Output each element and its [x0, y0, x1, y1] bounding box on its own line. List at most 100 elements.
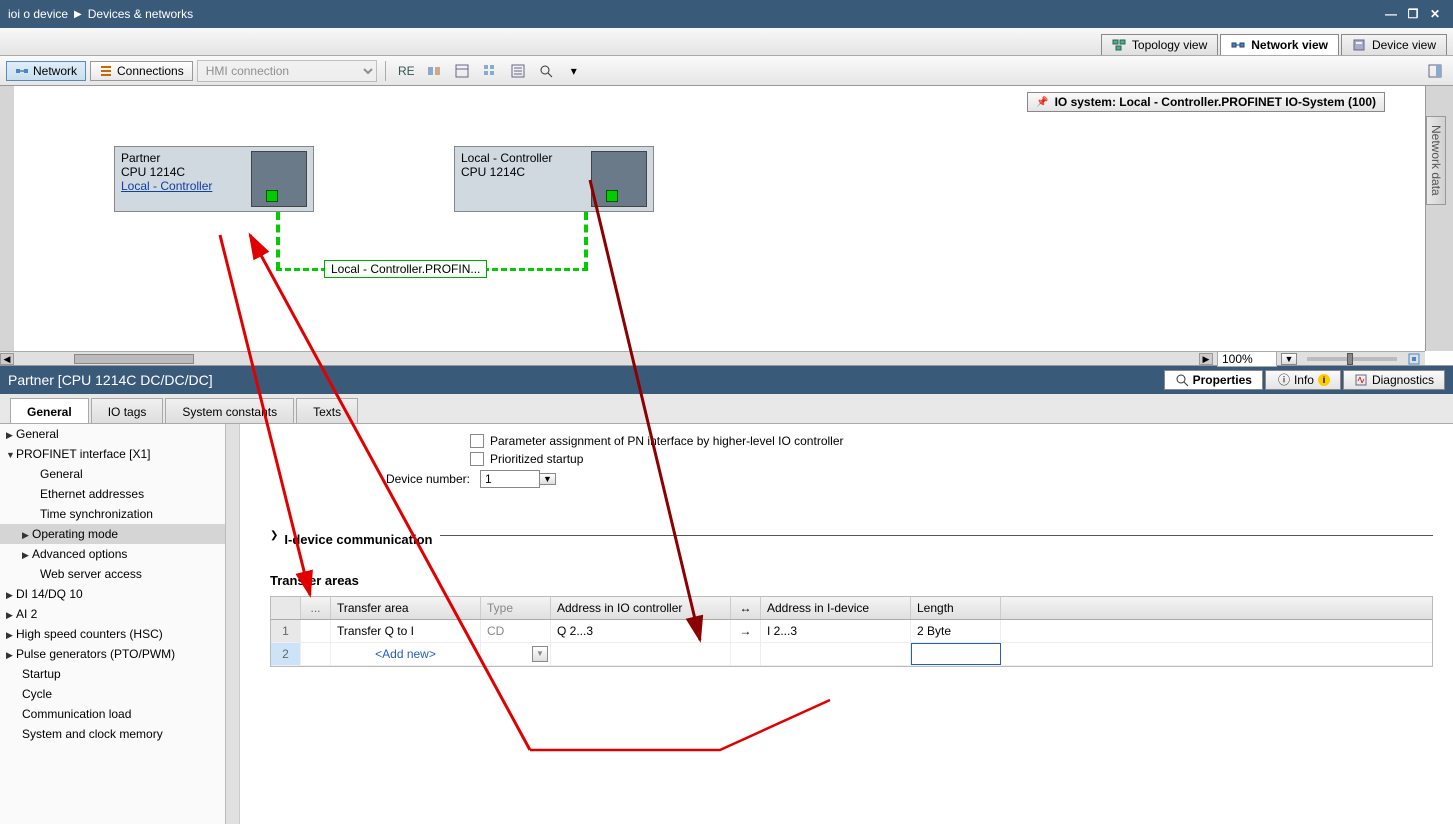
- tab-diagnostics[interactable]: Diagnostics: [1343, 370, 1445, 390]
- col-addr-controller[interactable]: Address in IO controller: [551, 597, 731, 619]
- cell-len-1[interactable]: 2 Byte: [911, 620, 1001, 642]
- expand-panel-icon[interactable]: [1423, 60, 1447, 82]
- device-local[interactable]: Local - Controller CPU 1214C: [454, 146, 654, 212]
- canvas-hscroll[interactable]: ◀ ▶ ▼: [0, 351, 1425, 365]
- cell-type-2[interactable]: ▼: [481, 643, 551, 665]
- property-inner-tabs: General IO tags System constants Texts: [0, 394, 1453, 424]
- nav-webaccess[interactable]: Web server access: [0, 564, 239, 584]
- addresses-icon[interactable]: [450, 60, 474, 82]
- cell-add-new[interactable]: <Add new>: [331, 643, 481, 665]
- cell-addrctrl-2[interactable]: [551, 643, 731, 665]
- table-row[interactable]: 1 Transfer Q to I CD Q 2...3 → I 2...3 2…: [271, 620, 1432, 643]
- fit-view-icon[interactable]: [1407, 352, 1421, 366]
- connections-mode-button[interactable]: Connections: [90, 61, 193, 81]
- col-addr-idevice[interactable]: Address in I-device: [761, 597, 911, 619]
- nav-hsc[interactable]: ▶High speed counters (HSC): [0, 624, 239, 644]
- network-mode-icon: [15, 64, 29, 78]
- grid-icon[interactable]: [478, 60, 502, 82]
- tab-io-tags[interactable]: IO tags: [91, 398, 164, 423]
- nav-profinet[interactable]: ▼PROFINET interface [X1]: [0, 444, 239, 464]
- breadcrumb-2[interactable]: Devices & networks: [88, 7, 193, 21]
- scroll-left-button[interactable]: ◀: [0, 353, 14, 365]
- nav-commload[interactable]: Communication load: [0, 704, 239, 724]
- table-header: ... Transfer area Type Address in IO con…: [271, 597, 1432, 620]
- cell-addrctrl-1[interactable]: Q 2...3: [551, 620, 731, 642]
- view-tab-strip: Topology view Network view Device view: [0, 28, 1453, 56]
- io-system-banner[interactable]: 📌 IO system: Local - Controller.PROFINET…: [1027, 92, 1385, 112]
- table-row[interactable]: 2 <Add new> ▼: [271, 643, 1432, 666]
- nav-pto[interactable]: ▶Pulse generators (PTO/PWM): [0, 644, 239, 664]
- list-icon[interactable]: [506, 60, 530, 82]
- network-canvas[interactable]: 📌 IO system: Local - Controller.PROFINET…: [14, 86, 1425, 351]
- nav-timesync[interactable]: Time synchronization: [0, 504, 239, 524]
- cell-name-1[interactable]: Transfer Q to I: [331, 620, 481, 642]
- cell-rownum-2: 2: [271, 643, 301, 665]
- zoom-input[interactable]: [1217, 351, 1277, 367]
- nav-cycle[interactable]: Cycle: [0, 684, 239, 704]
- hmi-conn-icon[interactable]: [422, 60, 446, 82]
- nav-startup[interactable]: Startup: [0, 664, 239, 684]
- device-number-dropdown-icon[interactable]: ▼: [540, 473, 556, 485]
- nav-advanced[interactable]: ▶Advanced options: [0, 544, 239, 564]
- transfer-areas-title: Transfer areas: [270, 573, 1433, 588]
- diagnostics-icon: [1354, 373, 1368, 387]
- left-ruler: [0, 86, 14, 351]
- network-mode-button[interactable]: Network: [6, 61, 86, 81]
- checkbox-prioritized-startup[interactable]: [470, 452, 484, 466]
- device-local-cpu: CPU 1214C: [461, 165, 587, 179]
- nav-sysclock[interactable]: System and clock memory: [0, 724, 239, 744]
- nav-scrollbar[interactable]: [225, 424, 239, 824]
- nav-general[interactable]: ▶General: [0, 424, 239, 444]
- restore-button[interactable]: ❐: [1403, 7, 1423, 21]
- scroll-right-button[interactable]: ▶: [1199, 353, 1213, 365]
- tab-texts[interactable]: Texts: [296, 398, 358, 423]
- cell-type-1[interactable]: CD: [481, 620, 551, 642]
- tab-properties[interactable]: Properties: [1164, 370, 1263, 390]
- collapse-idevice-icon[interactable]: ❯: [270, 530, 278, 541]
- network-toolbar: Network Connections HMI connection REL ▾: [0, 56, 1453, 86]
- minimize-button[interactable]: —: [1381, 7, 1401, 21]
- properties-nav[interactable]: ▶General ▼PROFINET interface [X1] Genera…: [0, 424, 240, 824]
- tab-network-view[interactable]: Network view: [1220, 34, 1339, 55]
- cell-addrdev-2[interactable]: [761, 643, 911, 665]
- zoom-dropdown-icon[interactable]: ▼: [1281, 353, 1297, 365]
- network-mode-label: Network: [33, 64, 77, 78]
- network-data-panel-tab[interactable]: Network data: [1426, 116, 1446, 205]
- nav-di14[interactable]: ▶DI 14/DQ 10: [0, 584, 239, 604]
- tab-info[interactable]: ⓘ Info i: [1265, 370, 1341, 390]
- col-length[interactable]: Length: [911, 597, 1001, 619]
- zoom-slider[interactable]: [1307, 357, 1397, 361]
- tab-topology-view[interactable]: Topology view: [1101, 34, 1218, 55]
- zoom-icon[interactable]: [534, 60, 558, 82]
- device-partner[interactable]: Partner CPU 1214C Local - Controller: [114, 146, 314, 212]
- relations-icon[interactable]: REL: [394, 60, 418, 82]
- nav-ethernet[interactable]: Ethernet addresses: [0, 484, 239, 504]
- input-device-number[interactable]: [480, 470, 540, 488]
- cell-len-2[interactable]: [911, 643, 1001, 665]
- nav-pn-general[interactable]: General: [0, 464, 239, 484]
- type-dropdown-icon[interactable]: ▼: [532, 646, 548, 662]
- nav-ai2[interactable]: ▶AI 2: [0, 604, 239, 624]
- close-button[interactable]: ✕: [1425, 7, 1445, 21]
- network-segment-label[interactable]: Local - Controller.PROFIN...: [324, 260, 487, 278]
- properties-title: Partner [CPU 1214C DC/DC/DC]: [8, 372, 213, 388]
- info-badge-icon: i: [1318, 374, 1330, 386]
- tab-system-constants[interactable]: System constants: [165, 398, 294, 423]
- properties-body: ▶General ▼PROFINET interface [X1] Genera…: [0, 424, 1453, 824]
- section-idevice: ❯ I-device communication: [270, 518, 1433, 553]
- scroll-thumb[interactable]: [74, 354, 194, 364]
- tab-general[interactable]: General: [10, 398, 89, 423]
- col-type[interactable]: Type: [481, 597, 551, 619]
- connection-type-select[interactable]: HMI connection: [197, 60, 377, 82]
- tab-device-view[interactable]: Device view: [1341, 34, 1447, 55]
- checkbox-param-assignment[interactable]: [470, 434, 484, 448]
- nav-operating-mode[interactable]: ▶Operating mode: [0, 524, 239, 544]
- toolbar-separator: [385, 61, 386, 81]
- cell-addrdev-1[interactable]: I 2...3: [761, 620, 911, 642]
- col-transfer-area[interactable]: Transfer area: [331, 597, 481, 619]
- zoom-dd-icon[interactable]: ▾: [562, 60, 586, 82]
- col-direction[interactable]: ↔: [731, 597, 761, 619]
- breadcrumb-1[interactable]: ioi o device: [8, 7, 68, 21]
- col-dots[interactable]: ...: [301, 597, 331, 619]
- device-partner-link[interactable]: Local - Controller: [121, 179, 212, 193]
